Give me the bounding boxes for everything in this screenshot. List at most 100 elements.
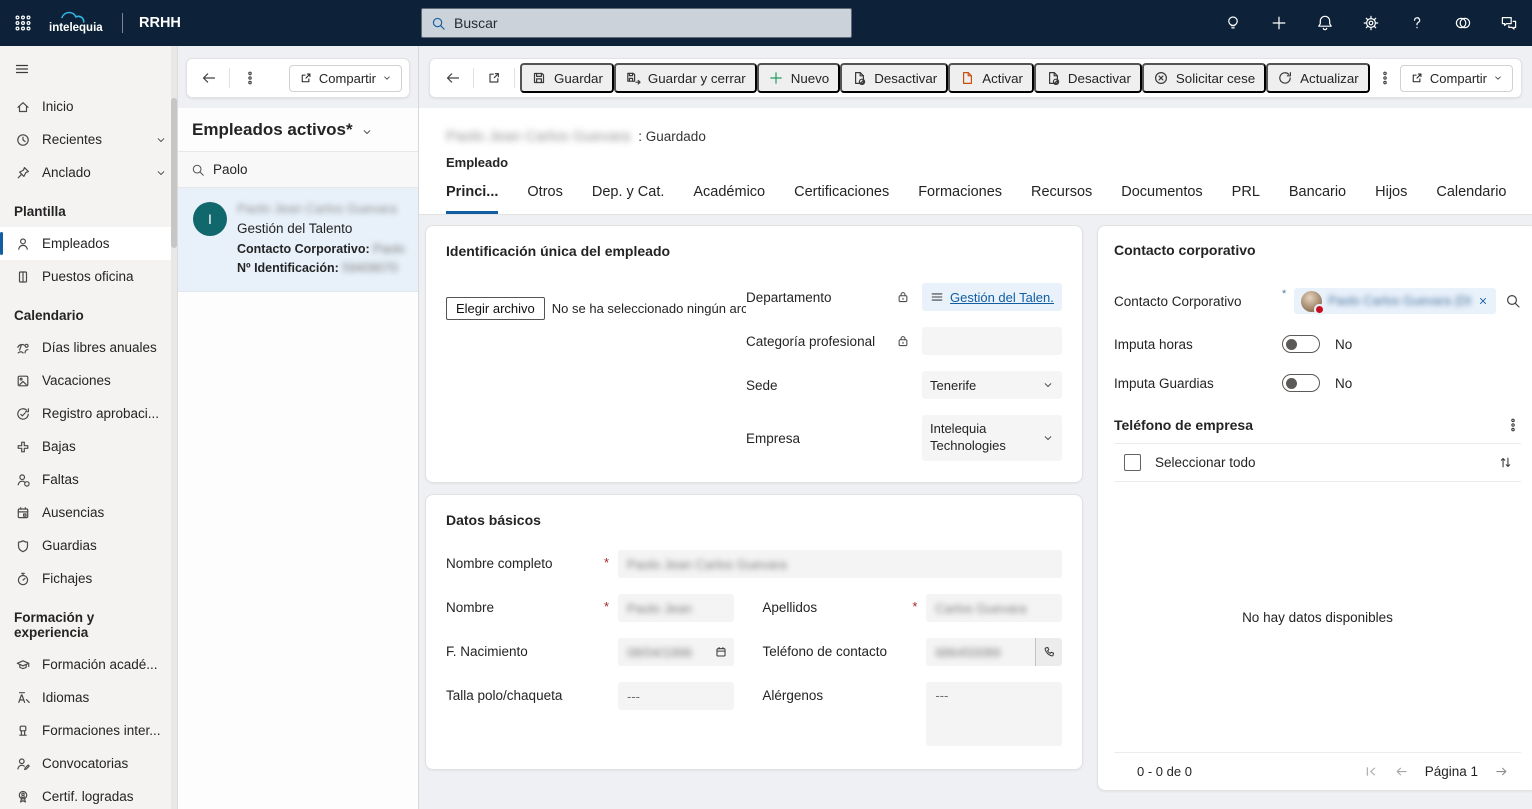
imputa-horas-toggle[interactable] [1282, 335, 1320, 353]
tab-formaciones[interactable]: Formaciones [918, 184, 1002, 214]
add-icon[interactable] [1256, 0, 1302, 46]
tab-recursos[interactable]: Recursos [1031, 184, 1092, 214]
departamento-link[interactable]: Gestión del Talen... [950, 290, 1054, 305]
sidebar-item-ausencias[interactable]: Ausencias [0, 496, 177, 529]
sidebar-item-dias-libres[interactable]: Días libres anuales [0, 331, 177, 364]
tab-principal[interactable]: Princi... [446, 184, 498, 214]
next-page-icon[interactable] [1494, 764, 1509, 779]
tab-dep-y-cat[interactable]: Dep. y Cat. [592, 184, 665, 214]
tab-certificaciones[interactable]: Certificaciones [794, 184, 889, 214]
sidebar-item-inicio[interactable]: Inicio [0, 90, 177, 123]
sidebar-item-guardias[interactable]: Guardias [0, 529, 177, 562]
imputa-guardias-toggle[interactable] [1282, 374, 1320, 392]
global-search-box[interactable] [421, 8, 852, 38]
sidebar-item-anclado[interactable]: Anclado [0, 156, 177, 189]
record-avatar: I [193, 202, 227, 236]
more-commands-icon[interactable] [235, 63, 265, 93]
sidebar-item-recientes[interactable]: Recientes [0, 123, 177, 156]
list-search-box[interactable] [178, 151, 418, 188]
sede-dropdown[interactable]: Tenerife [922, 371, 1062, 399]
save-button[interactable]: Guardar [520, 63, 614, 93]
departamento-lookup-field[interactable]: Gestión del Talen... [922, 283, 1062, 311]
nacimiento-date-field[interactable]: 08/04/1996 [618, 638, 734, 666]
select-all-checkbox[interactable] [1124, 454, 1141, 471]
previous-page-icon[interactable] [1394, 764, 1409, 779]
talla-field[interactable]: --- [618, 682, 734, 710]
required-asterisk-placeholder [604, 682, 618, 687]
record-list-item[interactable]: I Paolo Jean Carlos Guevara Gestión del … [178, 188, 418, 292]
field-label: Imputa horas [1114, 337, 1282, 352]
lightbulb-icon[interactable] [1210, 0, 1256, 46]
share-button[interactable]: Compartir [289, 65, 402, 92]
sidebar-item-convocatorias[interactable]: Convocatorias [0, 747, 177, 780]
sidebar-item-label: Certif. logradas [42, 789, 134, 804]
sidebar-item-formacion-academica[interactable]: Formación acadé... [0, 648, 177, 681]
help-icon[interactable] [1394, 0, 1440, 46]
sidebar-item-certificaciones-logradas[interactable]: Certif. logradas [0, 780, 177, 809]
app-name[interactable]: RRHH [125, 15, 195, 31]
tab-hijos[interactable]: Hijos [1375, 184, 1407, 214]
apellidos-field[interactable]: Carlos Guevara [926, 594, 1062, 622]
sidebar-collapse-hamburger-icon[interactable] [3, 50, 41, 88]
nombre-completo-field[interactable]: Paolo Jean Carlos Guevara [618, 550, 1062, 578]
tab-prl[interactable]: PRL [1232, 184, 1260, 214]
choose-file-button[interactable]: Elegir archivo [446, 297, 545, 320]
back-button[interactable] [438, 63, 468, 93]
open-in-new-window-icon[interactable] [479, 63, 509, 93]
save-and-close-button[interactable]: Guardar y cerrar [614, 63, 757, 93]
deactivate-button[interactable]: Desactivar [840, 63, 948, 93]
calendar-icon[interactable] [714, 645, 728, 659]
sidebar-item-formaciones-internas[interactable]: Formaciones inter... [0, 714, 177, 747]
nombre-field[interactable]: Paolo Jean [618, 594, 734, 622]
categoria-field[interactable] [922, 327, 1062, 355]
global-search-input[interactable] [454, 15, 842, 31]
sidebar-item-bajas[interactable]: Bajas [0, 430, 177, 463]
sidebar-item-registro-aprobaciones[interactable]: Registro aprobaci... [0, 397, 177, 430]
feedback-chat-icon[interactable] [1486, 0, 1532, 46]
app-launcher-waffle-icon[interactable] [0, 0, 46, 46]
back-button[interactable] [194, 63, 224, 93]
sidebar-item-empleados[interactable]: Empleados [0, 227, 177, 260]
request-termination-button[interactable]: Solicitar cese [1142, 63, 1266, 93]
new-button[interactable]: Nuevo [757, 63, 841, 93]
share-button[interactable]: Compartir [1400, 65, 1513, 92]
activate-button[interactable]: Activar [948, 63, 1034, 93]
refresh-button[interactable]: Actualizar [1266, 63, 1370, 93]
field-label: Empresa [746, 431, 896, 446]
sidebar-scrollbar[interactable] [171, 46, 177, 809]
tab-otros[interactable]: Otros [527, 184, 562, 214]
sidebar-item-vacaciones[interactable]: Vacaciones [0, 364, 177, 397]
tab-bancario[interactable]: Bancario [1289, 184, 1346, 214]
phone-call-button[interactable] [1035, 638, 1062, 666]
sidebar-item-puestos-oficina[interactable]: Puestos oficina [0, 260, 177, 293]
sidebar-item-label: Anclado [42, 165, 91, 180]
tab-documentos[interactable]: Documentos [1121, 184, 1202, 214]
sidebar-item-fichajes[interactable]: Fichajes [0, 562, 177, 595]
settings-gear-icon[interactable] [1348, 0, 1394, 46]
sidebar-group-title: Formación y experiencia [0, 595, 177, 648]
lookup-search-icon[interactable] [1505, 293, 1521, 309]
tab-calendario[interactable]: Calendario [1436, 184, 1506, 214]
sidebar-item-idiomas[interactable]: Idiomas [0, 681, 177, 714]
empresa-dropdown[interactable]: Intelequia Technologies [922, 415, 1062, 461]
sidebar-item-label: Registro aprobaci... [42, 406, 159, 421]
tab-academico[interactable]: Académico [693, 184, 765, 214]
contacto-lookup-pill[interactable]: Paolo Carlos Guevara (Dto... [1294, 288, 1496, 314]
first-page-icon[interactable] [1363, 764, 1378, 779]
telefono-field[interactable]: 686450089 [926, 638, 1062, 666]
dynamics-icon[interactable] [1440, 0, 1486, 46]
list-search-input[interactable] [213, 162, 363, 177]
view-selector[interactable]: Empleados activos* [178, 108, 418, 151]
alergenos-field[interactable]: --- [926, 682, 1062, 746]
chevron-down-icon[interactable] [155, 134, 167, 146]
graduation-cap-icon [15, 657, 31, 673]
more-commands-icon[interactable] [1370, 63, 1400, 93]
sidebar-item-faltas[interactable]: Faltas [0, 463, 177, 496]
clear-x-icon[interactable] [1477, 295, 1489, 307]
deactivate-button-2[interactable]: Desactivar [1034, 63, 1142, 93]
bell-icon[interactable] [1302, 0, 1348, 46]
chevron-down-icon[interactable] [155, 167, 167, 179]
subgrid-select-all-row: Seleccionar todo [1114, 444, 1521, 481]
more-commands-icon[interactable] [1505, 417, 1521, 433]
sort-icon[interactable] [1498, 455, 1513, 470]
